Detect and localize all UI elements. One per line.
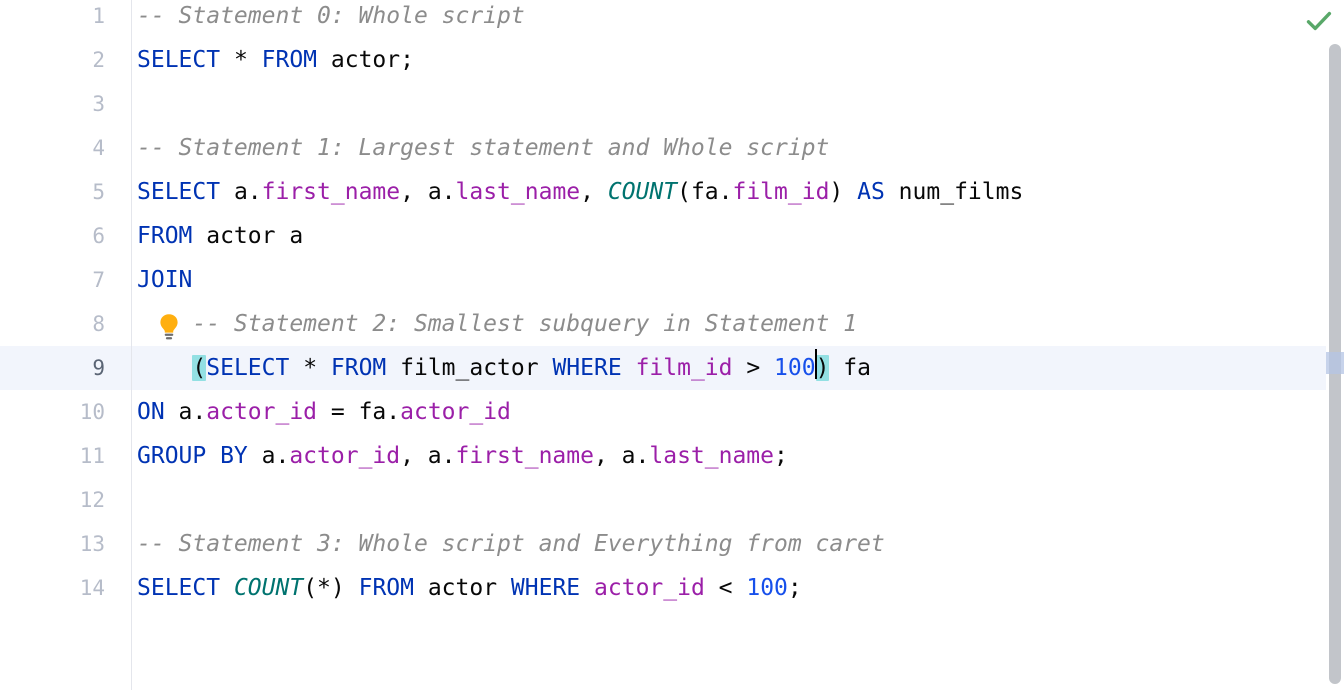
- code-token-col: actor_id: [594, 575, 705, 601]
- code-token-col: film_id: [732, 179, 830, 205]
- code-token-pl: >: [732, 355, 775, 381]
- code-token-kw: SELECT: [137, 575, 221, 601]
- code-token-col: actor_id: [206, 399, 318, 425]
- gutter-line-number[interactable]: 10: [5, 390, 105, 434]
- code-line[interactable]: -- Statement 2: Smallest subquery in Sta…: [137, 302, 857, 346]
- code-token-pl: *: [289, 355, 331, 381]
- gutter-line-number[interactable]: 14: [5, 566, 105, 610]
- code-token-kw: FROM: [358, 575, 414, 601]
- code-token-col: first_name: [261, 179, 401, 205]
- code-token-kw: FROM: [137, 223, 193, 249]
- code-token-kw: WHERE: [552, 355, 622, 381]
- code-line[interactable]: -- Statement 1: Largest statement and Wh…: [137, 126, 829, 170]
- gutter-line-number[interactable]: 7: [5, 258, 105, 302]
- code-token-pl: (*): [303, 575, 359, 601]
- gutter-line-number[interactable]: 13: [5, 522, 105, 566]
- code-line[interactable]: JOIN: [137, 258, 192, 302]
- gutter-line-number[interactable]: 11: [5, 434, 105, 478]
- code-line[interactable]: SELECT COUNT(*) FROM actor WHERE actor_i…: [137, 566, 802, 610]
- code-token-kw: SELECT: [137, 179, 221, 205]
- code-token-brk: ): [815, 355, 830, 381]
- sql-code-editor[interactable]: 1 2 3 4 5 6 7 8 9 10 11 12 13 14 -- Statement 0: Whol…: [0, 0, 1344, 690]
- code-line[interactable]: (SELECT * FROM film_actor WHERE film_id …: [137, 346, 871, 390]
- code-token-pl: actor: [413, 575, 511, 601]
- code-token-kw: ON: [137, 399, 165, 425]
- code-token-pl: fa: [829, 355, 871, 381]
- code-token-fn: COUNT: [607, 179, 678, 205]
- code-token-col: actor_id: [400, 399, 511, 425]
- code-token-kw: FROM: [261, 47, 318, 73]
- code-line[interactable]: -- Statement 3: Whole script and Everyth…: [137, 522, 885, 566]
- gutter-line-number[interactable]: 3: [5, 82, 105, 126]
- code-token-pl: a.: [220, 179, 262, 205]
- code-token-pl: , a.: [400, 443, 456, 469]
- code-token-brk: (: [192, 355, 207, 381]
- lightbulb-icon[interactable]: [152, 310, 186, 344]
- code-token-pl: (fa.: [677, 179, 733, 205]
- code-line[interactable]: -- Statement 0: Whole script: [137, 0, 525, 38]
- code-line[interactable]: ON a.actor_id = fa.actor_id: [137, 390, 511, 434]
- gutter-separator: [131, 0, 132, 690]
- code-token-kw: WHERE: [510, 575, 581, 601]
- gutter-line-number[interactable]: 2: [5, 38, 105, 82]
- gutter-line-number[interactable]: 1: [5, 0, 105, 38]
- code-token-kw: SELECT: [137, 47, 221, 73]
- code-token-pl: ;: [787, 575, 802, 601]
- code-token-pl: <: [704, 575, 747, 601]
- code-token-pl: num_films: [884, 179, 1024, 205]
- code-token-cmt: -- Statement 0: Whole script: [137, 3, 525, 29]
- scrollbar-caret-marker: [1326, 352, 1344, 374]
- code-token-pl: a.: [247, 443, 290, 469]
- code-token-kw: FROM: [330, 355, 387, 381]
- code-token-num: 100: [746, 575, 788, 601]
- code-token-cmt: -- Statement 3: Whole script and Everyth…: [137, 531, 885, 557]
- gutter-line-number[interactable]: 12: [5, 478, 105, 522]
- code-token-pl: actor a: [192, 223, 304, 249]
- code-token-pl: film_actor: [386, 355, 553, 381]
- editor-gutter[interactable]: 1 2 3 4 5 6 7 8 9 10 11 12 13 14: [0, 0, 132, 690]
- gutter-line-number[interactable]: 8: [5, 302, 105, 346]
- code-line[interactable]: SELECT a.first_name, a.last_name, COUNT(…: [137, 170, 1023, 214]
- code-token-cmt: -- Statement 1: Largest statement and Wh…: [137, 135, 830, 161]
- code-token-pl: ): [829, 179, 858, 205]
- code-token-col: actor_id: [289, 443, 401, 469]
- code-token-cmt: -- Statement 2: Smallest subquery in Sta…: [137, 311, 858, 337]
- code-line[interactable]: FROM actor a: [137, 214, 303, 258]
- code-token-col: last_name: [649, 443, 774, 469]
- code-token-pl: , a.: [400, 179, 456, 205]
- code-token-pl: *: [220, 47, 262, 73]
- code-token-pl: = fa.: [317, 399, 401, 425]
- code-token-kw: GROUP BY: [137, 443, 248, 469]
- gutter-line-number[interactable]: 9: [5, 346, 105, 390]
- code-token-kw: SELECT: [206, 355, 290, 381]
- code-token-pl: , a.: [593, 443, 650, 469]
- code-token-fn: COUNT: [233, 575, 304, 601]
- code-token-pl: actor;: [317, 47, 414, 73]
- gutter-line-number[interactable]: 6: [5, 214, 105, 258]
- code-token-num: 100: [774, 355, 816, 381]
- code-token-pl: a.: [164, 399, 207, 425]
- code-token-col: film_id: [635, 355, 733, 381]
- code-token-col: first_name: [455, 443, 594, 469]
- gutter-line-number[interactable]: 5: [5, 170, 105, 214]
- code-token-col: last_name: [455, 179, 581, 205]
- gutter-line-number[interactable]: 4: [5, 126, 105, 170]
- code-token-pl: ,: [580, 179, 608, 205]
- code-token-kw: AS: [857, 179, 885, 205]
- inspection-status-check-icon[interactable]: [1304, 6, 1334, 36]
- code-line[interactable]: SELECT * FROM actor;: [137, 38, 414, 82]
- code-token-kw: JOIN: [137, 267, 193, 293]
- code-token-pl: ;: [774, 443, 788, 469]
- code-line[interactable]: GROUP BY a.actor_id, a.first_name, a.las…: [137, 434, 788, 478]
